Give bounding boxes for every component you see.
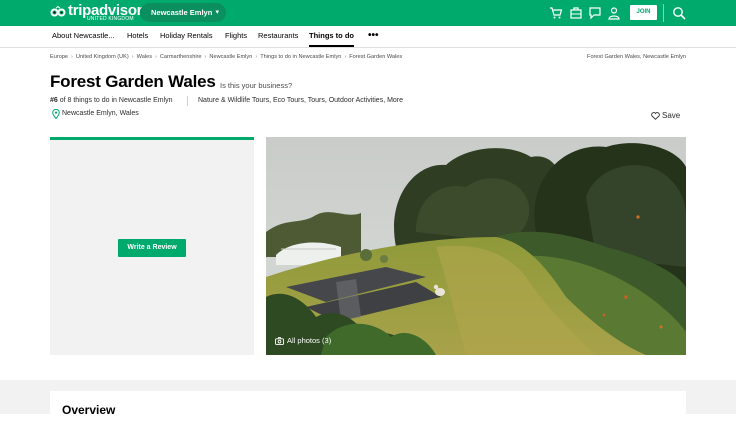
ranking-text[interactable]: #6 of 8 things to do in Newcastle Emlyn (50, 97, 173, 104)
write-review-button[interactable]: Write a Review (118, 239, 186, 257)
nav-holiday-rentals[interactable]: Holiday Rentals (160, 26, 213, 47)
breadcrumb-item[interactable]: United Kingdom (UK) (76, 54, 129, 60)
chevron-down-icon: ▾ (215, 9, 219, 16)
map-pin-icon (52, 109, 60, 119)
breadcrumb-separator: › (155, 54, 157, 60)
breadcrumb-item[interactable]: Things to do in Newcastle Emlyn (260, 54, 341, 60)
overview-card: Overview (50, 391, 686, 431)
nav-things-to-do[interactable]: Things to do (309, 26, 354, 47)
breadcrumb-separator: › (204, 54, 207, 60)
join-button[interactable]: JOIN (630, 5, 657, 20)
breadcrumb-location-text: Forest Garden Wales, Newcastle Emlyn (587, 54, 686, 60)
top-bar: tripadvisor UNITED KINGDOM Newcastle Eml… (0, 0, 736, 26)
nav-about[interactable]: About Newcastle... (52, 26, 115, 47)
save-label: Save (662, 111, 681, 120)
profile-icon[interactable] (607, 6, 621, 20)
breadcrumb-item[interactable]: Europe (50, 54, 68, 60)
forest-garden-photo (266, 137, 686, 355)
geo-selector-label: Newcastle Emlyn (151, 8, 213, 17)
breadcrumb-separator: › (131, 54, 134, 60)
messages-icon[interactable] (588, 6, 602, 20)
nav-hotels[interactable]: Hotels (127, 26, 148, 47)
breadcrumb-item[interactable]: Carmarthenshire (160, 54, 202, 60)
breadcrumb-current: Forest Garden Wales (349, 54, 403, 60)
location-text: Newcastle Emlyn, Wales (62, 110, 139, 117)
nav-flights[interactable]: Flights (225, 26, 247, 47)
trips-icon[interactable] (569, 6, 583, 20)
nav-restaurants[interactable]: Restaurants (258, 26, 298, 47)
hero-photo[interactable]: All photos (3) (266, 137, 686, 355)
secondary-nav: About Newcastle... Hotels Holiday Rental… (0, 26, 736, 48)
breadcrumb-item[interactable]: Newcastle Emlyn (209, 54, 252, 60)
header-divider (663, 4, 664, 22)
claim-business-link[interactable]: Is this your business? (220, 81, 292, 90)
more-options-icon[interactable]: ••• (368, 31, 379, 41)
info-divider (187, 96, 188, 106)
review-panel: Write a Review (50, 137, 254, 355)
search-icon[interactable] (672, 6, 686, 20)
overview-heading: Overview (62, 403, 116, 417)
all-photos-label: All photos (3) (287, 336, 332, 345)
geo-selector[interactable]: Newcastle Emlyn ▾ (140, 3, 226, 22)
owl-logo-icon (50, 6, 66, 17)
breadcrumb-separator: › (344, 54, 347, 60)
category-list[interactable]: Nature & Wildlife Tours, Eco Tours, Tour… (198, 97, 403, 104)
page-title: Forest Garden Wales (50, 72, 216, 91)
breadcrumb-separator: › (255, 54, 258, 60)
heart-icon (651, 112, 660, 120)
breadcrumb-separator: › (71, 54, 73, 60)
logo-region: UNITED KINGDOM (87, 16, 134, 22)
rank-number: #6 (50, 97, 58, 104)
cart-icon[interactable] (549, 6, 563, 20)
rank-description: of 8 things to do in Newcastle Emlyn (57, 97, 173, 104)
overview-section: Overview (0, 380, 736, 431)
breadcrumb-item[interactable]: Wales (137, 54, 152, 60)
breadcrumb: Europe › United Kingdom (UK) › Wales › Carmart… (50, 54, 402, 60)
camera-icon (275, 337, 284, 345)
